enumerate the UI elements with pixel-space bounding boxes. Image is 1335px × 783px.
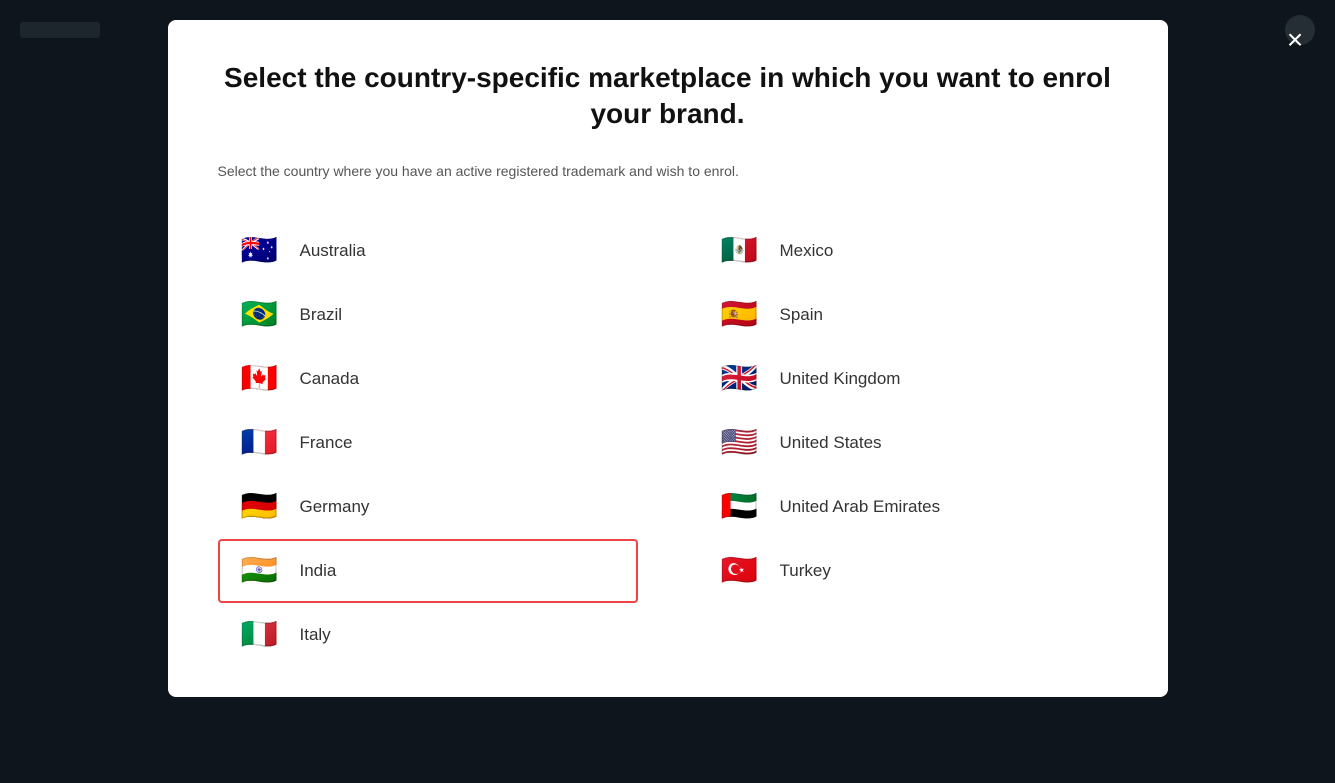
flag-br: 🇧🇷 (236, 299, 284, 331)
country-name-in: India (300, 561, 337, 581)
close-button[interactable]: × (1275, 20, 1315, 60)
flag-us: 🇺🇸 (716, 427, 764, 459)
country-name-it: Italy (300, 625, 331, 645)
country-name-mx: Mexico (780, 241, 834, 261)
country-item-ca[interactable]: 🇨🇦 Canada (218, 347, 638, 411)
modal-dialog: Select the country-specific marketplace … (168, 20, 1168, 697)
country-item-fr[interactable]: 🇫🇷 France (218, 411, 638, 475)
country-name-ae: United Arab Emirates (780, 497, 941, 517)
flag-de: 🇩🇪 (236, 491, 284, 523)
country-item-tr[interactable]: 🇹🇷 Turkey (698, 539, 1118, 603)
flag-ca: 🇨🇦 (236, 363, 284, 395)
country-name-fr: France (300, 433, 353, 453)
country-name-es: Spain (780, 305, 823, 325)
country-item-de[interactable]: 🇩🇪 Germany (218, 475, 638, 539)
flag-ae: 🇦🇪 (716, 491, 764, 523)
country-item-au[interactable]: 🇦🇺 Australia (218, 219, 638, 283)
country-name-de: Germany (300, 497, 370, 517)
flag-es: 🇪🇸 (716, 299, 764, 331)
modal-body[interactable]: Select the country-specific marketplace … (168, 20, 1168, 697)
country-item-us[interactable]: 🇺🇸 United States (698, 411, 1118, 475)
flag-tr: 🇹🇷 (716, 555, 764, 587)
country-name-ca: Canada (300, 369, 360, 389)
country-item-mx[interactable]: 🇲🇽 Mexico (698, 219, 1118, 283)
country-name-tr: Turkey (780, 561, 831, 581)
country-name-au: Australia (300, 241, 366, 261)
flag-mx: 🇲🇽 (716, 235, 764, 267)
flag-in: 🇮🇳 (236, 555, 284, 587)
modal-overlay: × Select the country-specific marketplac… (0, 0, 1335, 783)
country-column-right: 🇲🇽 Mexico 🇪🇸 Spain 🇬🇧 United Kingdom 🇺🇸 United … (698, 219, 1118, 667)
modal-title: Select the country-specific marketplace … (218, 60, 1118, 133)
country-name-br: Brazil (300, 305, 343, 325)
flag-fr: 🇫🇷 (236, 427, 284, 459)
country-item-br[interactable]: 🇧🇷 Brazil (218, 283, 638, 347)
country-grid: 🇦🇺 Australia 🇧🇷 Brazil 🇨🇦 Canada 🇫🇷 France 🇩🇪 Ger… (218, 219, 1118, 667)
country-item-in[interactable]: 🇮🇳 India (218, 539, 638, 603)
modal-subtitle: Select the country where you have an act… (218, 163, 1118, 179)
country-item-gb[interactable]: 🇬🇧 United Kingdom (698, 347, 1118, 411)
country-column-left: 🇦🇺 Australia 🇧🇷 Brazil 🇨🇦 Canada 🇫🇷 France 🇩🇪 Ger… (218, 219, 638, 667)
country-item-it[interactable]: 🇮🇹 Italy (218, 603, 638, 667)
country-name-gb: United Kingdom (780, 369, 901, 389)
country-item-es[interactable]: 🇪🇸 Spain (698, 283, 1118, 347)
flag-gb: 🇬🇧 (716, 363, 764, 395)
country-item-ae[interactable]: 🇦🇪 United Arab Emirates (698, 475, 1118, 539)
flag-au: 🇦🇺 (236, 235, 284, 267)
flag-it: 🇮🇹 (236, 619, 284, 651)
country-name-us: United States (780, 433, 882, 453)
